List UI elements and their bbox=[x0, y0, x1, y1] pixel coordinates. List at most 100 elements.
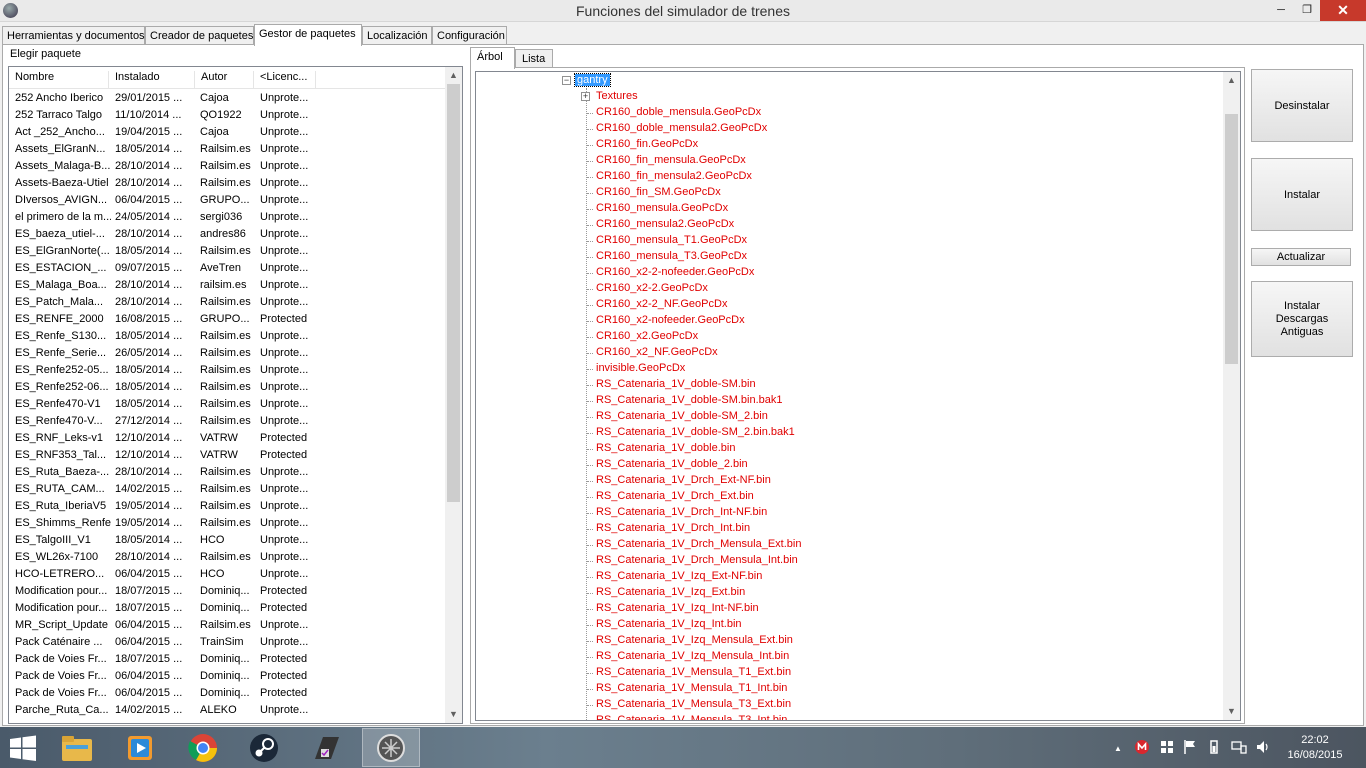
table-row[interactable]: Modification pour... 18/07/2015 ... Domini… bbox=[9, 583, 446, 600]
media-player-icon[interactable] bbox=[111, 728, 169, 767]
power-icon[interactable] bbox=[1207, 740, 1221, 757]
tree-file-node[interactable]: CR160_fin_SM.GeoPcDx bbox=[596, 186, 721, 198]
scrollbar-thumb[interactable] bbox=[447, 84, 460, 502]
tree-file-node[interactable]: CR160_doble_mensula.GeoPcDx bbox=[596, 106, 761, 118]
package-list[interactable]: Nombre Instalado Autor <Licenc... 252 An… bbox=[8, 66, 463, 724]
table-row[interactable]: Assets_Malaga-B... 28/10/2014 ... Railsim.… bbox=[9, 158, 446, 175]
tree-file-node[interactable]: RS_Catenaria_1V_Mensula_T1_Int.bin bbox=[596, 682, 787, 694]
rail-tool-icon[interactable] bbox=[298, 728, 356, 767]
tree-file-node[interactable]: RS_Catenaria_1V_Izq_Ext.bin bbox=[596, 586, 745, 598]
minimize-button[interactable]: ─ bbox=[1268, 0, 1294, 21]
tree-file-node[interactable]: invisible.GeoPcDx bbox=[596, 362, 685, 374]
scroll-down-icon[interactable]: ▼ bbox=[1223, 703, 1240, 720]
tree-file-node[interactable]: RS_Catenaria_1V_Mensula_T1_Ext.bin bbox=[596, 666, 791, 678]
tree-file-node[interactable]: RS_Catenaria_1V_doble-SM_2.bin.bak1 bbox=[596, 426, 795, 438]
steam-icon[interactable] bbox=[235, 728, 293, 767]
update-button[interactable]: Actualizar bbox=[1251, 248, 1351, 266]
expand-icon[interactable]: + bbox=[581, 92, 590, 101]
show-hidden-icon[interactable]: ▲ bbox=[1114, 744, 1122, 753]
tree-file-node[interactable]: RS_Catenaria_1V_Drch_Mensula_Ext.bin bbox=[596, 538, 801, 550]
tree-file-node[interactable]: CR160_x2-2-nofeeder.GeoPcDx bbox=[596, 266, 754, 278]
scroll-down-icon[interactable]: ▼ bbox=[445, 706, 462, 723]
table-row[interactable]: Assets-Baeza-Utiel 28/10/2014 ... Railsim.… bbox=[9, 175, 446, 192]
column-header-installed[interactable]: Instalado bbox=[109, 71, 195, 89]
table-row[interactable]: ES_Renfe252-06... 18/05/2014 ... Railsim.e… bbox=[9, 379, 446, 396]
scrollbar-thumb[interactable] bbox=[1225, 114, 1238, 364]
volume-icon[interactable] bbox=[1256, 740, 1270, 757]
close-button[interactable]: ✕ bbox=[1320, 0, 1366, 21]
tree-file-node[interactable]: RS_Catenaria_1V_Izq_Mensula_Ext.bin bbox=[596, 634, 793, 646]
tree-file-node[interactable]: RS_Catenaria_1V_doble-SM_2.bin bbox=[596, 410, 768, 422]
column-header-license[interactable]: <Licenc... bbox=[254, 71, 316, 89]
tree-file-node[interactable]: RS_Catenaria_1V_doble-SM.bin bbox=[596, 378, 756, 390]
table-row[interactable]: ES_Renfe252-05... 18/05/2014 ... Railsim.e… bbox=[9, 362, 446, 379]
table-row[interactable]: Assets_ElGranN... 18/05/2014 ... Railsim.e… bbox=[9, 141, 446, 158]
table-row[interactable]: ES_ESTACION_... 09/07/2015 ... AveTren Unpr… bbox=[9, 260, 446, 277]
table-row[interactable]: Pack Caténaire ... 06/04/2015 ... TrainSim… bbox=[9, 634, 446, 651]
tab-creador[interactable]: Creador de paquetes bbox=[145, 26, 254, 45]
tree-file-node[interactable]: RS_Catenaria_1V_Drch_Int.bin bbox=[596, 522, 750, 534]
column-header-name[interactable]: Nombre bbox=[9, 71, 109, 89]
tree-file-node[interactable]: RS_Catenaria_1V_doble_2.bin bbox=[596, 458, 748, 470]
tree-file-node[interactable]: CR160_mensula_T3.GeoPcDx bbox=[596, 250, 747, 262]
tree-file-node[interactable]: CR160_doble_mensula2.GeoPcDx bbox=[596, 122, 767, 134]
table-row[interactable]: Act _252_Ancho... 19/04/2015 ... Cajoa Unpr… bbox=[9, 124, 446, 141]
table-row[interactable]: ES_Patch_Mala... 28/10/2014 ... Railsim.es… bbox=[9, 294, 446, 311]
tab-localizacion[interactable]: Localización bbox=[362, 26, 432, 45]
table-row[interactable]: ES_TalgoIII_V1 18/05/2014 ... HCO Unprote..… bbox=[9, 532, 446, 549]
table-row[interactable]: Pack de Voies Fr... 06/04/2015 ... Dominiq… bbox=[9, 685, 446, 702]
tree-file-node[interactable]: CR160_mensula2.GeoPcDx bbox=[596, 218, 734, 230]
tree-file-node[interactable]: CR160_x2-nofeeder.GeoPcDx bbox=[596, 314, 745, 326]
tree-file-node[interactable]: CR160_x2-2.GeoPcDx bbox=[596, 282, 708, 294]
column-header-author[interactable]: Autor bbox=[195, 71, 254, 89]
tree-folder-textures[interactable]: Textures bbox=[596, 90, 638, 102]
collapse-icon[interactable]: − bbox=[562, 76, 571, 85]
table-row[interactable]: HCO-LETRERO... 06/04/2015 ... HCO Unprote..… bbox=[9, 566, 446, 583]
network-icon[interactable] bbox=[1160, 740, 1174, 757]
tab-arbol[interactable]: Árbol bbox=[470, 47, 515, 69]
table-row[interactable]: ES_RENFE_2000 16/08/2015 ... GRUPO... Prote… bbox=[9, 311, 446, 328]
tree-file-node[interactable]: CR160_fin_mensula2.GeoPcDx bbox=[596, 170, 752, 182]
table-row[interactable]: DIversos_AVIGN... 06/04/2015 ... GRUPO... U… bbox=[9, 192, 446, 209]
tab-gestor[interactable]: Gestor de paquetes bbox=[254, 24, 362, 46]
table-row[interactable]: 252 Tarraco Talgo 11/10/2014 ... QO1922 Unp… bbox=[9, 107, 446, 124]
windows-start-icon[interactable] bbox=[8, 735, 38, 761]
table-row[interactable]: MR_Script_Update 06/04/2015 ... Railsim.es… bbox=[9, 617, 446, 634]
tree-file-node[interactable]: RS_Catenaria_1V_Drch_Int-NF.bin bbox=[596, 506, 767, 518]
table-row[interactable]: ES_Shimms_Renfe 19/05/2014 ... Railsim.es U… bbox=[9, 515, 446, 532]
table-row[interactable]: ES_RUTA_CAM... 14/02/2015 ... Railsim.es Un… bbox=[9, 481, 446, 498]
tree-file-node[interactable]: RS_Catenaria_1V_Izq_Mensula_Int.bin bbox=[596, 650, 789, 662]
tree-file-node[interactable]: CR160_mensula.GeoPcDx bbox=[596, 202, 728, 214]
file-tree[interactable]: − gantry + Textures CR160_doble_mensula.… bbox=[475, 71, 1241, 721]
tree-file-node[interactable]: CR160_mensula_T1.GeoPcDx bbox=[596, 234, 747, 246]
scroll-up-icon[interactable]: ▲ bbox=[1223, 72, 1240, 89]
tree-file-node[interactable]: RS_Catenaria_1V_Izq_Int-NF.bin bbox=[596, 602, 759, 614]
table-row[interactable]: Pack de Voies Fr... 06/04/2015 ... Dominiq… bbox=[9, 668, 446, 685]
file-explorer-icon[interactable] bbox=[48, 728, 106, 767]
clock[interactable]: 22:02 16/08/2015 bbox=[1280, 733, 1350, 763]
tree-file-node[interactable]: CR160_x2.GeoPcDx bbox=[596, 330, 698, 342]
install-button[interactable]: Instalar bbox=[1251, 158, 1353, 231]
tree-file-node[interactable]: RS_Catenaria_1V_Mensula_T3_Ext.bin bbox=[596, 698, 791, 710]
table-row[interactable]: ES_Renfe_Serie... 26/05/2014 ... Railsim.e… bbox=[9, 345, 446, 362]
table-row[interactable]: ES_RNF_Leks-v1 12/10/2014 ... VATRW Protect… bbox=[9, 430, 446, 447]
tree-file-node[interactable]: RS_Catenaria_1V_Izq_Ext-NF.bin bbox=[596, 570, 762, 582]
tree-file-node[interactable]: RS_Catenaria_1V_doble.bin bbox=[596, 442, 735, 454]
table-row[interactable]: 252 Ancho Iberico 29/01/2015 ... Cajoa Unpr… bbox=[9, 90, 446, 107]
flag-icon[interactable] bbox=[1184, 740, 1196, 757]
ethernet-icon[interactable] bbox=[1231, 740, 1247, 757]
tree-scrollbar[interactable]: ▲ ▼ bbox=[1223, 72, 1240, 720]
tree-file-node[interactable]: CR160_fin.GeoPcDx bbox=[596, 138, 698, 150]
tree-file-node[interactable]: CR160_x2-2_NF.GeoPcDx bbox=[596, 298, 727, 310]
tree-file-node[interactable]: RS_Catenaria_1V_Izq_Int.bin bbox=[596, 618, 742, 630]
tree-file-node[interactable]: CR160_x2_NF.GeoPcDx bbox=[596, 346, 718, 358]
package-list-scrollbar[interactable]: ▲ ▼ bbox=[445, 67, 462, 723]
table-row[interactable]: ES_RNF353_Tal... 12/10/2014 ... VATRW Prote… bbox=[9, 447, 446, 464]
table-row[interactable]: el primero de la m... 24/05/2014 ... sergi… bbox=[9, 209, 446, 226]
tree-file-node[interactable]: RS_Catenaria_1V_Drch_Mensula_Int.bin bbox=[596, 554, 798, 566]
tab-lista[interactable]: Lista bbox=[515, 49, 553, 68]
table-row[interactable]: ES_Ruta_Baeza-... 28/10/2014 ... Railsim.e… bbox=[9, 464, 446, 481]
table-row[interactable]: ES_ElGranNorte(... 18/05/2014 ... Railsim.… bbox=[9, 243, 446, 260]
table-row[interactable]: ES_Renfe470-V... 27/12/2014 ... Railsim.es… bbox=[9, 413, 446, 430]
table-row[interactable]: ES_WL26x-7100 28/10/2014 ... Railsim.es Unp… bbox=[9, 549, 446, 566]
